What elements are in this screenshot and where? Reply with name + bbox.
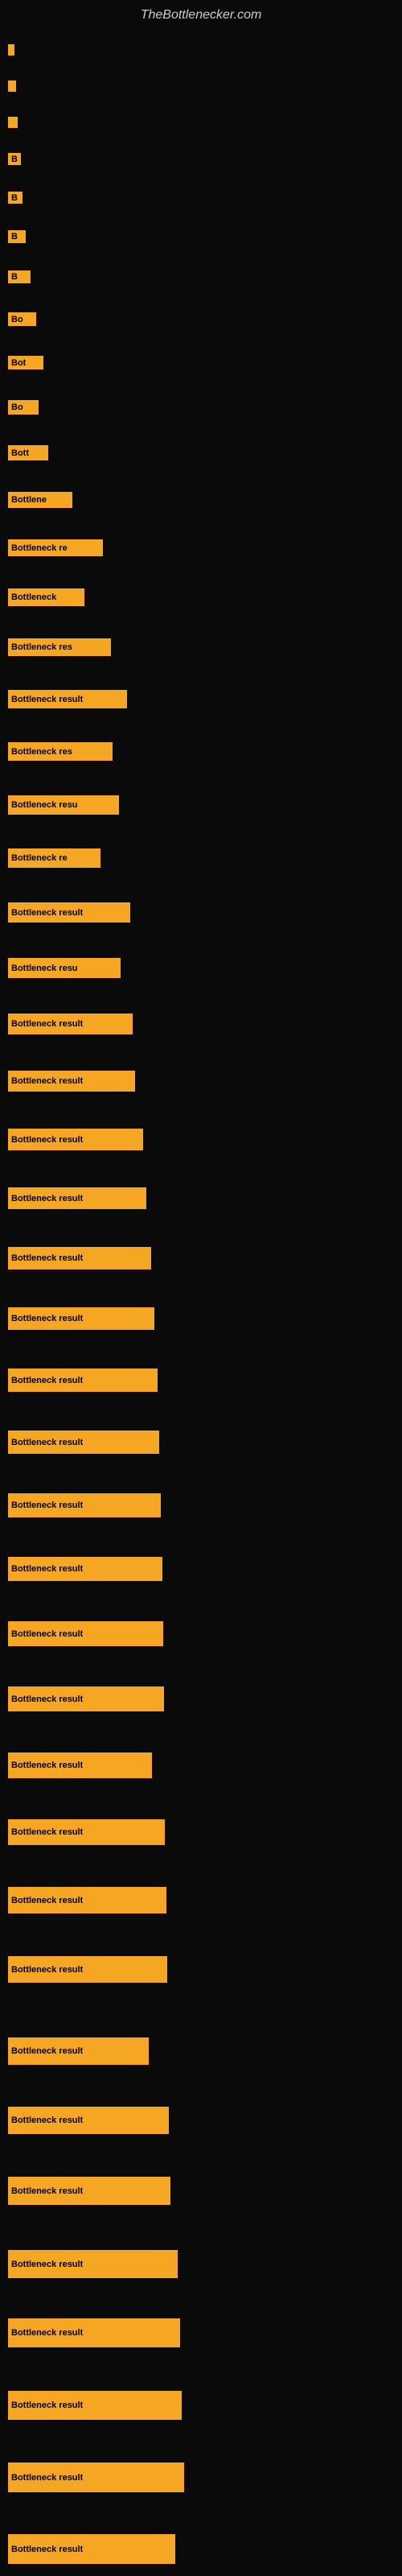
bar-item: Bottleneck result [8, 1247, 151, 1269]
bar-label: Bottleneck result [11, 2328, 83, 2338]
bar-item: Bottleneck result [8, 2534, 175, 2564]
bar-label: Bottleneck res [11, 642, 72, 652]
bar-item [8, 80, 16, 92]
bar-item: Bottleneck resu [8, 795, 119, 815]
bar-label: Bottleneck [11, 592, 56, 602]
bar-label: Bottleneck result [11, 1501, 83, 1510]
bar-item: B [8, 153, 21, 165]
bar-label: Bottleneck result [11, 1194, 83, 1203]
bar-label: Bottleneck result [11, 1761, 83, 1770]
bar-label: B [11, 272, 18, 282]
bar-label: Bottleneck result [11, 1135, 83, 1145]
bar-item: Bot [8, 356, 43, 369]
bar-label: Bottleneck result [11, 1076, 83, 1086]
bar-label: Bottleneck result [11, 1376, 83, 1385]
bar-label: Bottleneck result [11, 2401, 83, 2410]
bar-label: Bottleneck resu [11, 800, 78, 810]
bar-item [8, 44, 14, 56]
bar-item: Bo [8, 312, 36, 326]
bar-label: Bottleneck result [11, 908, 83, 918]
bar-item: Bottleneck result [8, 1621, 163, 1646]
bar-label: Bottleneck result [11, 1896, 83, 1905]
bar-item: Bottleneck result [8, 2318, 180, 2347]
bar-label: Bottleneck result [11, 1629, 83, 1639]
bar-label: Bottleneck re [11, 543, 68, 553]
bar-label: Bottleneck result [11, 2186, 83, 2196]
bar-item: Bo [8, 400, 39, 415]
bar-item: Bottleneck result [8, 2250, 178, 2278]
bar-label: Bottleneck result [11, 2116, 83, 2125]
bar-label: Bottlene [11, 495, 47, 505]
bar-item: Bottleneck result [8, 690, 127, 708]
bar-label: B [11, 155, 18, 164]
bar-item: Bottleneck result [8, 1071, 135, 1092]
bar-item: B [8, 192, 23, 204]
chart-area: TheBottlenecker.com B B B B Bo Bot Bo Bott Bottl… [0, 0, 402, 2576]
bar-item: Bottleneck result [8, 1887, 166, 1913]
bar-item: Bottleneck result [8, 1686, 164, 1711]
bar-item: Bottleneck [8, 588, 84, 606]
bar-item: B [8, 270, 31, 283]
bar-item: Bottleneck result [8, 1430, 159, 1454]
bar-label: Bott [11, 448, 29, 458]
bar-item: Bottleneck result [8, 1129, 143, 1150]
bar-label: Bottleneck result [11, 1253, 83, 1263]
bar-item: Bottleneck result [8, 2391, 182, 2420]
bar-label: Bottleneck re [11, 853, 68, 863]
bar-label: B [11, 193, 18, 203]
bar-item: Bottleneck resu [8, 958, 121, 978]
bar-item: Bottleneck res [8, 638, 111, 656]
site-title: TheBottlenecker.com [0, 0, 402, 27]
bar-label: Bottleneck result [11, 2046, 83, 2056]
bar-label: Bottleneck result [11, 2260, 83, 2269]
bar-item: Bottleneck result [8, 1307, 154, 1330]
bar-label: Bot [11, 358, 26, 368]
bar-label: Bottleneck res [11, 747, 72, 757]
bar-item: Bottleneck result [8, 2107, 169, 2134]
bar-item: Bottleneck result [8, 1493, 161, 1517]
bar-item: Bottleneck result [8, 1956, 167, 1983]
bar-label: Bottleneck resu [11, 964, 78, 973]
bar-item: Bottleneck result [8, 2177, 170, 2205]
bar-item: Bottleneck result [8, 2462, 184, 2492]
bar-item: Bottleneck res [8, 742, 113, 761]
bar-label: Bottleneck result [11, 1564, 83, 1574]
bar-label: B [11, 232, 18, 242]
bar-label: Bottleneck result [11, 1695, 83, 1704]
bar-label: Bo [11, 315, 23, 324]
bar-label: Bottleneck result [11, 1438, 83, 1447]
bar-label: Bottleneck result [11, 1827, 83, 1837]
bar-label: Bo [11, 402, 23, 412]
bar-item: Bottleneck result [8, 1752, 152, 1778]
bar-item [8, 117, 18, 128]
bar-item: Bottleneck result [8, 1557, 162, 1581]
bar-item: Bottleneck re [8, 539, 103, 556]
bar-label: Bottleneck result [11, 1019, 83, 1029]
bar-item: Bottleneck result [8, 1819, 165, 1845]
bar-item: Bottlene [8, 492, 72, 508]
bar-label: Bottleneck result [11, 2473, 83, 2483]
bar-label: Bottleneck result [11, 695, 83, 704]
bar-item: Bottleneck result [8, 902, 130, 923]
bar-item: Bottleneck re [8, 848, 100, 868]
bar-item: Bottleneck result [8, 1368, 158, 1392]
bar-label: Bottleneck result [11, 2545, 83, 2554]
bar-label: Bottleneck result [11, 1314, 83, 1323]
bar-item: Bottleneck result [8, 2037, 149, 2065]
bar-item: Bottleneck result [8, 1187, 146, 1209]
bar-label: Bottleneck result [11, 1965, 83, 1975]
bar-item: Bottleneck result [8, 1013, 133, 1034]
bar-item: B [8, 230, 26, 243]
bar-item: Bott [8, 445, 48, 460]
